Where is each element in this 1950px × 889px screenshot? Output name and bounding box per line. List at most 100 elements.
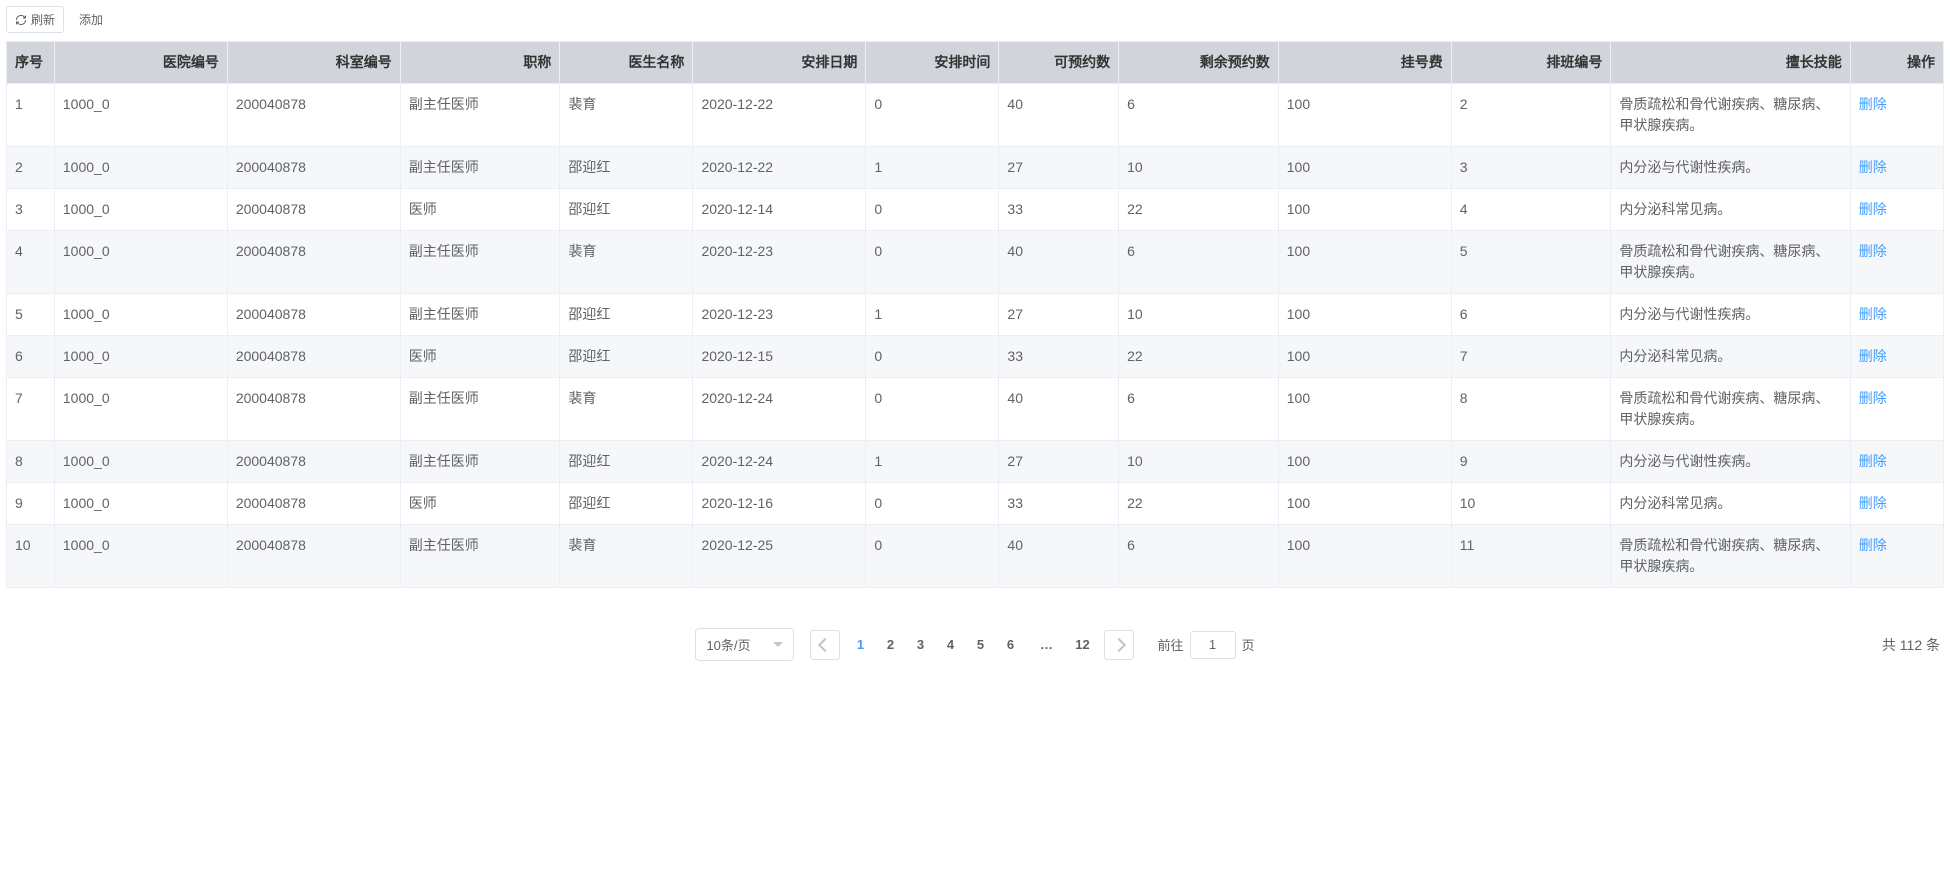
col-available[interactable]: 可预约数: [999, 42, 1119, 84]
table-cell: 200040878: [227, 294, 400, 336]
table-cell: 副主任医师: [400, 147, 560, 189]
table-cell-action: 删除: [1850, 378, 1943, 441]
delete-link[interactable]: 删除: [1859, 348, 1887, 364]
page-number[interactable]: 3: [906, 630, 936, 660]
page-number[interactable]: 5: [966, 630, 996, 660]
table-cell: 10: [1119, 147, 1279, 189]
col-date[interactable]: 安排日期: [693, 42, 866, 84]
table-cell: 2020-12-23: [693, 294, 866, 336]
table-cell: 100: [1278, 231, 1451, 294]
table-row: 51000_0200040878副主任医师邵迎红2020-12-23127101…: [7, 294, 1944, 336]
table-cell: 2: [1451, 84, 1611, 147]
col-skill[interactable]: 擅长技能: [1611, 42, 1850, 84]
table-cell: 100: [1278, 441, 1451, 483]
table-cell: 100: [1278, 336, 1451, 378]
col-schedule[interactable]: 排班编号: [1451, 42, 1611, 84]
col-remaining[interactable]: 剩余预约数: [1119, 42, 1279, 84]
col-hospital[interactable]: 医院编号: [54, 42, 227, 84]
table-row: 31000_0200040878医师邵迎红2020-12-14033221004…: [7, 189, 1944, 231]
page-number[interactable]: 4: [936, 630, 966, 660]
delete-link[interactable]: 删除: [1859, 243, 1887, 259]
table-cell: 22: [1119, 483, 1279, 525]
table-cell: 2: [7, 147, 55, 189]
delete-link[interactable]: 删除: [1859, 96, 1887, 112]
col-title[interactable]: 职称: [400, 42, 560, 84]
table-cell: 裴育: [560, 231, 693, 294]
table-cell: 副主任医师: [400, 294, 560, 336]
delete-link[interactable]: 删除: [1859, 201, 1887, 217]
table-cell: 2020-12-15: [693, 336, 866, 378]
table-cell-action: 删除: [1850, 189, 1943, 231]
table-cell-action: 删除: [1850, 294, 1943, 336]
delete-link[interactable]: 删除: [1859, 159, 1887, 175]
table-cell: 8: [1451, 378, 1611, 441]
delete-link[interactable]: 删除: [1859, 306, 1887, 322]
table-cell: 9: [1451, 441, 1611, 483]
table-cell: 10: [1451, 483, 1611, 525]
table-cell: 200040878: [227, 336, 400, 378]
goto-page: 前往 页: [1158, 631, 1255, 659]
col-doctor[interactable]: 医生名称: [560, 42, 693, 84]
col-time[interactable]: 安排时间: [866, 42, 999, 84]
toolbar: 刷新 添加: [6, 4, 1944, 35]
page-size-select[interactable]: 10条/页: [695, 628, 793, 661]
table-cell: 裴育: [560, 84, 693, 147]
table-cell: 副主任医师: [400, 378, 560, 441]
page-ellipsis[interactable]: …: [1032, 630, 1062, 660]
col-action[interactable]: 操作: [1850, 42, 1943, 84]
page-number[interactable]: 6: [996, 630, 1026, 660]
table-cell: 2020-12-24: [693, 441, 866, 483]
refresh-label: 刷新: [31, 11, 55, 28]
table-header-row: 序号 医院编号 科室编号 职称 医生名称 安排日期 安排时间 可预约数 剩余预约…: [7, 42, 1944, 84]
table-row: 91000_0200040878医师邵迎红2020-12-16033221001…: [7, 483, 1944, 525]
delete-link[interactable]: 删除: [1859, 537, 1887, 553]
table-cell-action: 删除: [1850, 525, 1943, 588]
table-cell: 内分泌科常见病。: [1611, 483, 1850, 525]
delete-link[interactable]: 删除: [1859, 453, 1887, 469]
table-row: 101000_0200040878副主任医师裴育2020-12-25040610…: [7, 525, 1944, 588]
table-cell: 裴育: [560, 378, 693, 441]
goto-input[interactable]: [1190, 631, 1236, 659]
refresh-button[interactable]: 刷新: [6, 6, 64, 33]
table-cell: 骨质疏松和骨代谢疾病、糖尿病、甲状腺疾病。: [1611, 378, 1850, 441]
total-count: 共 112 条: [1882, 635, 1940, 655]
chevron-right-icon: [1111, 637, 1125, 651]
prev-page-button[interactable]: [810, 630, 840, 660]
table-cell: 7: [7, 378, 55, 441]
table-cell: 2020-12-23: [693, 231, 866, 294]
table-cell: 5: [1451, 231, 1611, 294]
table-cell: 裴育: [560, 525, 693, 588]
page-number[interactable]: 1: [846, 630, 876, 660]
table-cell: 10: [1119, 441, 1279, 483]
table-cell: 2020-12-22: [693, 147, 866, 189]
table-row: 21000_0200040878副主任医师邵迎红2020-12-22127101…: [7, 147, 1944, 189]
table-cell: 0: [866, 84, 999, 147]
next-page-button[interactable]: [1104, 630, 1134, 660]
table-cell: 0: [866, 189, 999, 231]
col-index[interactable]: 序号: [7, 42, 55, 84]
table-cell: 100: [1278, 483, 1451, 525]
col-fee[interactable]: 挂号费: [1278, 42, 1451, 84]
col-dept[interactable]: 科室编号: [227, 42, 400, 84]
delete-link[interactable]: 删除: [1859, 390, 1887, 406]
table-cell: 0: [866, 336, 999, 378]
table-cell: 1000_0: [54, 231, 227, 294]
page-number[interactable]: 2: [876, 630, 906, 660]
page-last[interactable]: 12: [1068, 630, 1098, 660]
table-cell: 内分泌与代谢性疾病。: [1611, 147, 1850, 189]
table-cell: 200040878: [227, 231, 400, 294]
goto-suffix: 页: [1242, 635, 1255, 654]
table-cell: 6: [1119, 525, 1279, 588]
pagination: 10条/页 123456 … 12 前往 页 共 112 条: [6, 628, 1944, 661]
table-cell: 11: [1451, 525, 1611, 588]
delete-link[interactable]: 删除: [1859, 495, 1887, 511]
table-cell: 27: [999, 441, 1119, 483]
table-cell: 1000_0: [54, 525, 227, 588]
table-cell: 1000_0: [54, 441, 227, 483]
table-cell: 2020-12-16: [693, 483, 866, 525]
table-cell: 40: [999, 231, 1119, 294]
add-label: 添加: [79, 11, 103, 28]
table-cell: 1000_0: [54, 336, 227, 378]
table-cell: 副主任医师: [400, 525, 560, 588]
add-button[interactable]: 添加: [70, 6, 112, 33]
